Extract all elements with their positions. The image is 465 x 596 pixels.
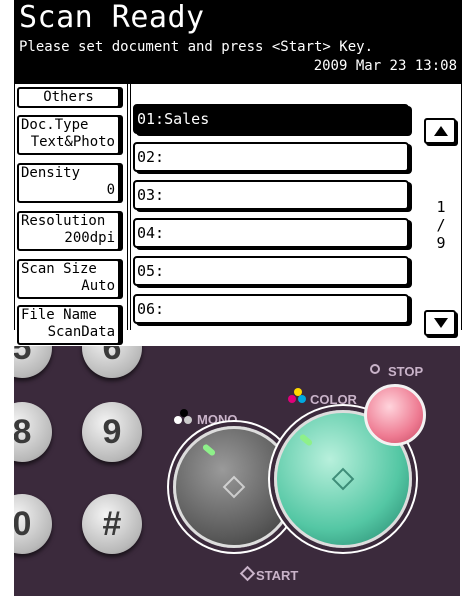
key-5[interactable]: 5 <box>14 346 52 378</box>
doc-type-label: Doc.Type <box>21 117 89 133</box>
key-9[interactable]: 9 <box>82 402 142 462</box>
screen-title: Scan Ready <box>19 0 205 35</box>
total-pages: 9 <box>436 234 446 252</box>
file-name-button[interactable]: File Name ScanData <box>17 305 120 345</box>
scan-size-label: Scan Size <box>21 261 97 277</box>
page-indicator: 1 / 9 <box>431 198 451 252</box>
color-label: COLOR <box>310 392 357 407</box>
color-dot-magenta <box>288 395 296 403</box>
current-page: 1 <box>436 198 446 216</box>
list-item[interactable]: 06: <box>133 294 409 324</box>
doc-type-value: Text&Photo <box>30 134 115 150</box>
start-diamond-icon <box>222 475 246 499</box>
key-0[interactable]: 0 <box>14 494 52 554</box>
file-name-label: File Name <box>21 307 97 323</box>
density-button[interactable]: Density 0 <box>17 163 120 203</box>
page-up-button[interactable] <box>424 118 456 144</box>
density-label: Density <box>21 165 81 181</box>
resolution-button[interactable]: Resolution 200dpi <box>17 211 120 251</box>
mono-dot-white <box>174 416 182 424</box>
date-time: 2009 Mar 23 13:08 <box>313 58 457 74</box>
list-item[interactable]: 05: <box>133 256 409 286</box>
list-item[interactable]: 02: <box>133 142 409 172</box>
file-name-value: ScanData <box>47 324 115 340</box>
key-8[interactable]: 8 <box>14 402 52 462</box>
start-diamond-icon <box>331 467 355 491</box>
instruction-text: Please set document and press <Start> Ke… <box>19 39 374 55</box>
doc-type-button[interactable]: Doc.Type Text&Photo <box>17 115 120 155</box>
scan-size-value: Auto <box>81 278 115 294</box>
up-arrow-icon <box>434 126 448 136</box>
status-header: Scan Ready Please set document and press… <box>15 0 461 84</box>
sidebar-divider <box>127 84 131 330</box>
mono-dot-gray <box>184 416 192 424</box>
list-item-selected[interactable]: 01:Sales <box>133 104 409 134</box>
key-hash[interactable]: # <box>82 494 142 554</box>
down-arrow-icon <box>434 318 448 328</box>
mono-led <box>201 443 217 457</box>
density-value: 0 <box>106 182 115 198</box>
lcd-screen: Scan Ready Please set document and press… <box>14 0 462 345</box>
mono-label: MONO <box>197 412 238 427</box>
resolution-value: 200dpi <box>64 230 115 246</box>
stop-icon <box>370 364 380 374</box>
key-6[interactable]: 6 <box>82 346 142 378</box>
others-button[interactable]: Others <box>17 87 120 108</box>
start-label: START <box>256 568 299 583</box>
stop-label: STOP <box>388 364 424 379</box>
start-icon <box>239 565 256 582</box>
list-item[interactable]: 03: <box>133 180 409 210</box>
color-led <box>298 433 314 447</box>
list-item[interactable]: 04: <box>133 218 409 248</box>
others-label: Others <box>43 89 94 105</box>
page-down-button[interactable] <box>424 310 456 336</box>
resolution-label: Resolution <box>21 213 106 229</box>
settings-sidebar: Others Doc.Type Text&Photo Density 0 Res… <box>15 84 131 345</box>
color-dot-cyan <box>298 395 306 403</box>
control-panel: 5 6 8 9 0 # MONO COLOR STOP START <box>14 346 460 596</box>
stop-button[interactable] <box>364 384 426 446</box>
page-separator: / <box>436 216 446 234</box>
scan-size-button[interactable]: Scan Size Auto <box>17 259 120 299</box>
